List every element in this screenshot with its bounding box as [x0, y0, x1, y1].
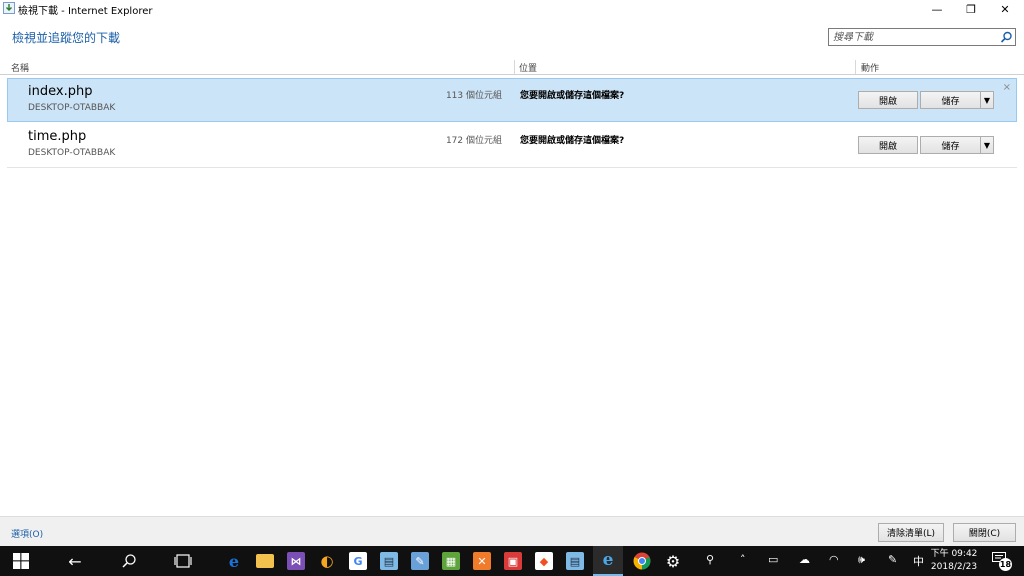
save-options-dropdown[interactable]: ▼	[980, 136, 994, 154]
window-title: 檢視下載 - Internet Explorer	[18, 6, 153, 17]
chrome-icon	[633, 552, 651, 570]
download-host: DESKTOP-OTABBAK	[28, 148, 116, 158]
taskbar-app[interactable]: ⚙	[658, 546, 688, 576]
download-size: 113 個位元組	[445, 91, 502, 101]
save-options-dropdown[interactable]: ▼	[980, 91, 994, 109]
taskbar-app[interactable]	[250, 546, 280, 576]
app-circle-icon: ◐	[320, 552, 334, 570]
column-header-name[interactable]: 名稱	[11, 61, 29, 75]
footer-bar: 選項(O) 清除清單(L) 關閉(C)	[0, 516, 1024, 546]
minimize-icon: —	[931, 2, 943, 16]
options-link[interactable]: 選項(O)	[11, 527, 43, 540]
restore-button[interactable]: ❐	[954, 0, 988, 18]
column-divider	[855, 60, 856, 74]
editor-icon: ▦	[442, 552, 460, 570]
onedrive-cloud-icon[interactable]: ☁	[799, 553, 810, 566]
close-button[interactable]: ✕	[988, 0, 1022, 18]
edge-icon: e	[228, 551, 240, 571]
action-center-button[interactable]: 18	[992, 552, 1012, 571]
taskbar-app-active[interactable]: e	[593, 546, 623, 576]
notification-count-badge: 18	[999, 558, 1012, 571]
download-row[interactable]: index.php DESKTOP-OTABBAK 113 個位元組 您要開啟或…	[7, 78, 1017, 122]
google-icon: G	[349, 552, 367, 570]
taskbar-app[interactable]	[627, 546, 657, 576]
dismiss-icon[interactable]: ×	[1003, 82, 1011, 93]
back-button[interactable]: ←	[60, 546, 90, 576]
chevron-down-icon: ▼	[983, 140, 991, 150]
download-window-icon	[3, 2, 15, 14]
show-hidden-icons-chevron-icon[interactable]: ˄	[740, 553, 746, 566]
download-size: 172 個位元組	[445, 136, 502, 146]
close-icon: ✕	[1000, 2, 1010, 16]
search-input[interactable]	[829, 29, 997, 45]
media-icon: ▣	[504, 552, 522, 570]
taskbar-app[interactable]: e	[219, 546, 249, 576]
ime-indicator[interactable]: 中	[913, 553, 924, 569]
minimize-button[interactable]: —	[920, 0, 954, 18]
notepad2-icon: ▤	[566, 552, 584, 570]
taskbar-app[interactable]: ✎	[405, 546, 435, 576]
search-box	[828, 28, 1016, 46]
column-header-location[interactable]: 位置	[519, 61, 537, 75]
paint-icon: ✎	[411, 552, 429, 570]
task-view-icon	[174, 554, 192, 568]
xampp-icon: ✕	[473, 552, 491, 570]
people-icon[interactable]: ⚲	[706, 553, 714, 566]
taskbar-app[interactable]: G	[343, 546, 373, 576]
taskbar-app[interactable]: ▤	[374, 546, 404, 576]
file-explorer-icon	[256, 554, 274, 568]
pen-ink-icon[interactable]: ✎	[888, 553, 897, 566]
column-header-actions[interactable]: 動作	[861, 61, 879, 75]
download-host: DESKTOP-OTABBAK	[28, 103, 116, 113]
close-dialog-button[interactable]: 關閉(C)	[953, 523, 1016, 542]
windows-logo-icon	[13, 553, 29, 569]
search-icon[interactable]	[1000, 31, 1013, 44]
title-bar: 檢視下載 - Internet Explorer — ❐ ✕	[0, 0, 1024, 18]
taskbar-app[interactable]: ▤	[560, 546, 590, 576]
wifi-icon[interactable]: ◠	[829, 553, 839, 566]
download-filename: index.php	[28, 84, 93, 99]
column-divider	[514, 60, 515, 74]
clock[interactable]: 下午 09:42 2018/2/23	[930, 548, 978, 574]
save-button[interactable]: 儲存	[920, 136, 981, 154]
download-prompt: 您要開啟或儲存這個檔案?	[520, 91, 625, 101]
open-button[interactable]: 開啟	[858, 91, 918, 109]
taskbar-app[interactable]: ▦	[436, 546, 466, 576]
open-button[interactable]: 開啟	[858, 136, 918, 154]
settings-icon: ⚙	[665, 551, 681, 571]
search-icon	[122, 554, 136, 568]
taskbar-app[interactable]: ▣	[498, 546, 528, 576]
row-divider	[7, 167, 1017, 168]
taskbar-app[interactable]: ◆	[529, 546, 559, 576]
volume-icon[interactable]: 🕪	[858, 553, 865, 567]
clock-time: 下午 09:42	[930, 549, 978, 559]
search-taskbar-button[interactable]	[114, 546, 144, 576]
page-title: 檢視並追蹤您的下載	[12, 31, 121, 45]
start-button[interactable]	[6, 546, 36, 576]
download-row[interactable]: time.php DESKTOP-OTABBAK 172 個位元組 您要開啟或儲…	[7, 123, 1017, 167]
clock-date: 2018/2/23	[930, 562, 978, 572]
visual-studio-icon: ⋈	[287, 552, 305, 570]
taskbar-app[interactable]: ◐	[312, 546, 342, 576]
store-icon: ◆	[535, 552, 553, 570]
taskbar-app[interactable]: ⋈	[281, 546, 311, 576]
back-arrow-icon: ←	[68, 551, 82, 571]
battery-icon[interactable]: ▭	[768, 553, 778, 566]
download-prompt: 您要開啟或儲存這個檔案?	[520, 136, 625, 146]
clear-list-button[interactable]: 清除清單(L)	[878, 523, 944, 542]
taskbar: ← e ⋈ ◐ G ▤ ✎ ▦ ✕ ▣ ◆ ▤ e ⚙ ⚲ ˄ ▭ ☁ ◠ 🕪 …	[0, 546, 1024, 576]
task-view-button[interactable]	[168, 546, 198, 576]
download-filename: time.php	[28, 129, 87, 144]
header-divider	[0, 74, 1024, 75]
restore-icon: ❐	[966, 2, 976, 16]
chevron-down-icon: ▼	[983, 95, 991, 105]
taskbar-app[interactable]: ✕	[467, 546, 497, 576]
internet-explorer-icon: e	[602, 550, 614, 570]
notepad-icon: ▤	[380, 552, 398, 570]
save-button[interactable]: 儲存	[920, 91, 981, 109]
